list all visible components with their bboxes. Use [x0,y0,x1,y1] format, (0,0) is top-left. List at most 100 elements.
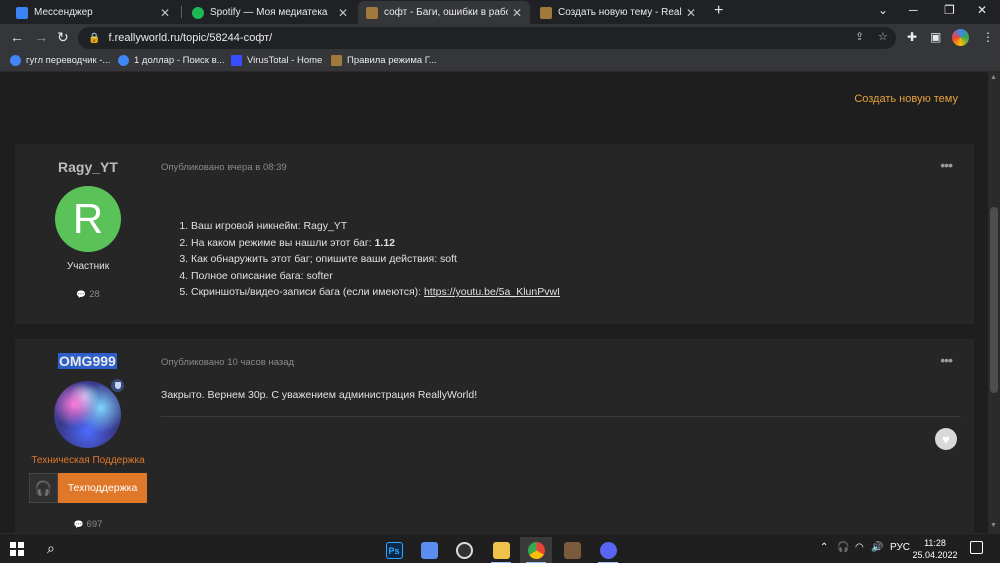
author-name[interactable]: OMG999 [58,353,117,369]
obs-icon [455,542,473,559]
bookmarks-bar: гугл переводчик -... 1 доллар - Поиск в.… [0,52,1000,72]
post-menu-icon[interactable]: ••• [940,157,953,173]
menu-kebab-icon[interactable]: ⋮ [982,30,994,44]
post-menu-icon[interactable]: ••• [940,352,953,368]
sidepanel-icon[interactable]: ▣ [930,30,941,44]
list-item: Скриншоты/видео-записи бага (если имеютс… [191,284,560,301]
chevron-up-icon[interactable]: ⌃ [820,542,828,553]
tab-label: Spotify — Моя медиатека [210,7,328,18]
video-link[interactable]: https://youtu.be/5a_KlunPvwI [424,286,560,298]
bookmark-item[interactable]: 1 доллар - Поиск в... [118,55,225,66]
bookmark-label: 1 доллар - Поиск в... [134,55,225,66]
taskbar-app[interactable] [413,537,445,563]
posted-time[interactable]: Опубликовано 10 часов назад [161,357,294,368]
taskbar-app-chrome[interactable] [520,537,552,563]
reallyworld-icon [366,6,378,19]
clock[interactable]: 11:28 25.04.2022 [910,537,960,561]
post-count-value: 697 [86,519,103,530]
google-icon [10,55,21,66]
forum-post: Ragy_YT R Участник 💬 28 Опубликовано вчер… [15,144,974,324]
taskbar-app-explorer[interactable] [485,537,517,563]
divider [161,416,961,417]
virustotal-icon [231,55,242,66]
reload-icon[interactable]: ↻ [57,30,69,44]
tab-soft-topic[interactable]: софт - Баги, ошибки в работе с ✕ [358,1,530,24]
bookmark-label: гугл переводчик -... [26,55,111,66]
restore-icon[interactable]: ❐ [944,3,955,17]
volume-icon[interactable]: 🔊 [871,542,883,553]
forum-page: Создать новую тему Ragy_YT R Участник 💬 2… [0,72,988,533]
list-item-text: Как обнаружить этот баг; опишите ваши де… [191,253,457,265]
reallyworld-icon [540,6,552,19]
wifi-icon[interactable]: ◠ [855,542,864,553]
url-text[interactable]: f.reallyworld.ru/topic/58244-софт/ [108,32,272,44]
list-item: Ваш игровой никнейм: Ragy_YT [191,218,560,235]
profile-avatar[interactable] [952,29,969,46]
windows-start-icon[interactable] [10,542,24,556]
bookmark-star-icon[interactable]: ☆ [878,30,888,43]
group-badge: 🎧 Техподдержка [29,473,147,503]
comment-icon: 💬 [76,290,87,299]
chrome-icon [527,542,545,559]
discord-icon [599,542,617,559]
forum-post: OMG999 Техническая Поддержка 🎧 Техподдер… [15,339,974,533]
extensions-icon[interactable]: ✚ [907,30,917,44]
browser-toolbar: ← → ↻ 🔒 f.reallyworld.ru/topic/58244-соф… [0,24,1000,52]
lock-icon[interactable]: 🔒 [88,33,100,44]
list-item-text: На каком режиме вы нашли этот баг: [191,236,375,249]
list-item-text: Скриншоты/видео-записи бага (если имеютс… [191,286,424,298]
like-heart-icon[interactable]: ♥ [935,428,957,450]
clock-time: 11:28 [924,538,946,548]
scroll-up-icon[interactable]: ▲ [990,74,997,81]
tab-label: Создать новую тему - ReallyWor [558,7,682,18]
bookmark-item[interactable]: Правила режима Г... [331,55,437,66]
close-window-icon[interactable]: ✕ [977,3,987,17]
avatar[interactable]: R [55,186,121,252]
bookmark-item[interactable]: VirusTotal - Home [231,55,322,66]
posted-time[interactable]: Опубликовано вчера в 08:39 [161,162,287,173]
post-content: Ваш игровой никнейм: Ragy_YT На каком ре… [177,218,560,301]
minecraft-icon [563,542,581,559]
list-item: На каком режиме вы нашли этот баг: 1.12 [191,235,560,252]
post-count: 💬 697 [15,519,161,530]
new-tab-button[interactable]: + [714,2,723,20]
bookmark-label: VirusTotal - Home [247,55,323,66]
create-topic-link[interactable]: Создать новую тему [854,93,958,105]
taskbar-app-minecraft[interactable] [556,537,588,563]
scroll-down-icon[interactable]: ▼ [990,522,997,529]
list-item: Полное описание бага: softer [191,268,560,285]
forward-arrow-icon[interactable]: → [34,30,48,44]
tab-messenger[interactable]: Мессенджер ✕ [8,1,178,24]
language-indicator[interactable]: РУС [890,542,910,553]
list-item-text: Ваш игровой никнейм: Ragy_YT [191,220,348,232]
tab-search-icon[interactable]: ⌄ [878,3,888,17]
close-icon[interactable]: ✕ [160,6,170,20]
comment-icon: 💬 [73,520,84,529]
post-count: 💬 28 [15,289,161,300]
minimize-icon[interactable]: ─ [909,3,918,17]
taskbar-app-photoshop[interactable]: Ps [378,537,410,563]
headset-icon[interactable]: 🎧 [837,542,849,553]
reallyworld-icon [331,55,342,66]
tab-label: софт - Баги, ошибки в работе с [384,7,508,18]
close-icon[interactable]: ✕ [686,6,696,20]
close-icon[interactable]: ✕ [512,6,522,20]
address-bar[interactable]: 🔒 f.reallyworld.ru/topic/58244-софт/ [78,27,896,49]
windows-taskbar: ⌕ Ps ⌃ 🎧 ◠ 🔊 РУС 11:28 25.04.2022 [0,533,1000,563]
tab-create-topic[interactable]: Создать новую тему - ReallyWor ✕ [532,1,704,24]
taskbar-app-discord[interactable] [592,537,624,563]
notification-icon[interactable] [970,541,983,554]
share-icon[interactable]: ⇪ [855,30,864,43]
tab-bar: Мессенджер ✕ Spotify — Моя медиатека ✕ с… [0,0,1000,24]
taskbar-app-obs[interactable] [448,537,480,563]
page-scrollbar[interactable]: ▲ ▼ [988,72,1000,533]
author-name[interactable]: Ragy_YT [15,159,161,175]
messenger-icon [16,6,28,19]
search-icon[interactable]: ⌕ [47,540,55,557]
tab-label: Мессенджер [34,7,93,18]
back-arrow-icon[interactable]: ← [10,30,24,44]
tab-spotify[interactable]: Spotify — Моя медиатека ✕ [184,1,356,24]
bookmark-item[interactable]: гугл переводчик -... [10,55,110,66]
close-icon[interactable]: ✕ [338,6,348,20]
scrollbar-thumb[interactable] [990,207,998,393]
